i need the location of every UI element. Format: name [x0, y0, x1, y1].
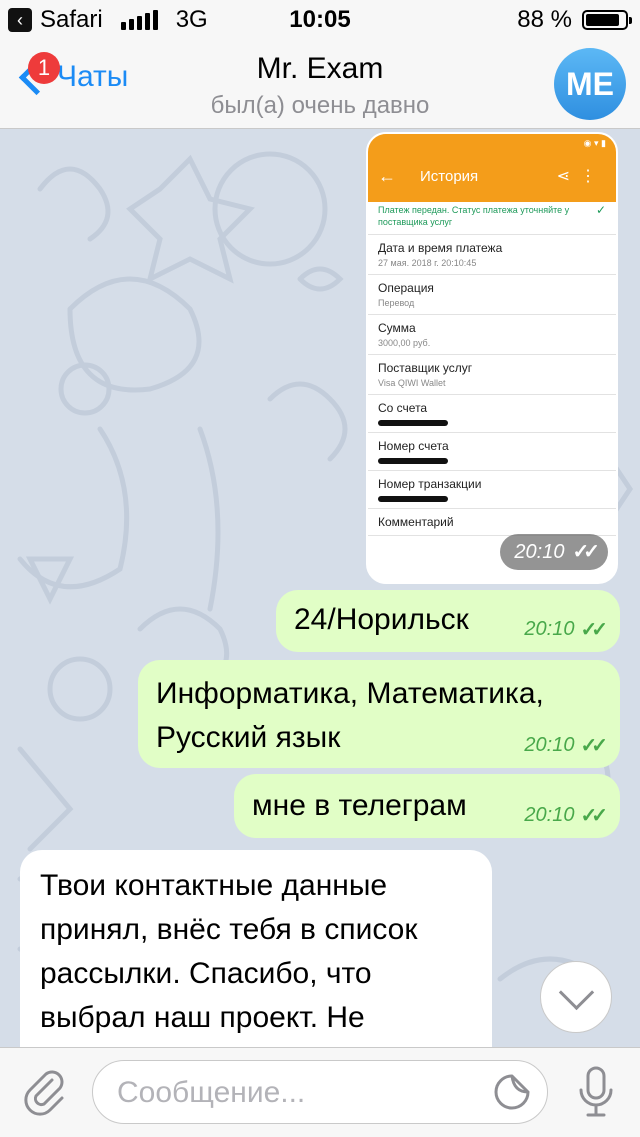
payment-detail-row: Операция Перевод: [368, 275, 616, 315]
detail-label: Дата и время платежа: [378, 241, 503, 255]
status-bar: ‹ Safari 3G 10:05 88 %: [0, 0, 640, 40]
timestamp: 20:10: [514, 541, 565, 563]
detail-label: Комментарий: [378, 515, 454, 529]
payment-detail-row: Сумма 3000,00 руб.: [368, 315, 616, 355]
message-meta: 20:10 ✓✓: [524, 617, 607, 642]
double-check-icon: ✓✓: [572, 541, 599, 563]
detail-label: Номер транзакции: [378, 477, 482, 491]
battery-percent: 88 %: [517, 6, 572, 33]
detail-value: 3000,00 руб.: [378, 338, 431, 348]
payment-detail-row: Дата и время платежа 27 мая. 2018 г. 20:1…: [368, 235, 616, 275]
redacted-value: [378, 458, 448, 464]
message-input-bar: Сообщение...: [0, 1047, 640, 1137]
double-check-icon: ✓✓: [580, 735, 607, 757]
arrow-left-icon: ←: [378, 165, 396, 186]
chat-history[interactable]: ◉ ▾ ▮ ← История ⋖⋮ Платеж передан. Стату…: [0, 129, 640, 1047]
detail-label: Номер счета: [378, 439, 449, 453]
message-input-placeholder: Сообщение...: [117, 1076, 306, 1109]
screenshot-header: ◉ ▾ ▮ ← История ⋖⋮: [368, 134, 616, 202]
timestamp: 20:10: [524, 804, 575, 826]
redacted-value: [378, 420, 448, 426]
battery-icon: [582, 10, 632, 30]
payment-status-note: Платеж передан. Статус платежа уточняйте…: [368, 202, 616, 235]
payment-detail-row: Со счета: [368, 395, 616, 433]
message-bubble-incoming[interactable]: Твои контактные данные принял, внёс тебя…: [20, 850, 492, 1047]
chevron-down-icon: [558, 974, 595, 1011]
timestamp: 20:10: [524, 618, 575, 640]
scroll-down-button[interactable]: [540, 961, 612, 1033]
redacted-value: [378, 496, 448, 502]
payment-detail-row: Комментарий: [368, 509, 616, 536]
message-text: 24/Норильск: [294, 603, 469, 636]
microphone-icon[interactable]: [576, 1066, 616, 1118]
message-bubble[interactable]: мне в телеграм 20:10 ✓✓: [234, 774, 620, 838]
detail-label: Поставщик услуг: [378, 361, 473, 375]
message-meta: 20:10 ✓✓: [524, 803, 607, 828]
chat-title[interactable]: Mr. Exam: [0, 52, 640, 86]
detail-value: Visa QIWI Wallet: [378, 378, 446, 388]
check-icon: ✓: [595, 203, 606, 217]
avatar[interactable]: ME: [554, 48, 626, 120]
detail-label: Со счета: [378, 401, 428, 415]
double-check-icon: ✓✓: [580, 619, 607, 641]
image-message[interactable]: ◉ ▾ ▮ ← История ⋖⋮ Платеж передан. Стату…: [366, 132, 618, 584]
message-text: мне в телеграм: [252, 789, 467, 822]
message-bubble[interactable]: 24/Норильск 20:10 ✓✓: [276, 590, 620, 652]
image-timestamp: 20:10 ✓✓: [500, 534, 608, 570]
paperclip-icon[interactable]: [22, 1068, 70, 1116]
payment-detail-row: Номер счета: [368, 433, 616, 471]
screenshot-status-icons: ◉ ▾ ▮: [583, 138, 606, 148]
chat-header: Чаты 1 Mr. Exam был(а) очень давно ME: [0, 40, 640, 129]
sticker-icon[interactable]: [493, 1073, 531, 1111]
detail-value: Перевод: [378, 298, 415, 308]
timestamp: 20:10: [524, 734, 575, 756]
message-text: Твои контактные данные принял, внёс тебя…: [40, 869, 418, 1034]
detail-label: Операция: [378, 281, 434, 295]
screenshot-title: История: [420, 167, 479, 185]
last-seen-status: был(а) очень давно: [210, 92, 430, 119]
message-bubble[interactable]: Информатика, Математика, Русский язык 20…: [138, 660, 620, 768]
message-input[interactable]: Сообщение...: [92, 1060, 548, 1124]
detail-label: Сумма: [378, 321, 416, 335]
status-note-text: Платеж передан. Статус платежа уточняйте…: [378, 205, 570, 227]
double-check-icon: ✓✓: [580, 805, 607, 827]
message-meta: 20:10 ✓✓: [524, 733, 607, 758]
detail-value: 27 мая. 2018 г. 20:10:45: [378, 258, 477, 268]
payment-detail-row: Поставщик услуг Visa QIWI Wallet: [368, 355, 616, 395]
payment-detail-row: Номер транзакции: [368, 471, 616, 509]
share-menu-icons: ⋖⋮: [556, 168, 606, 185]
